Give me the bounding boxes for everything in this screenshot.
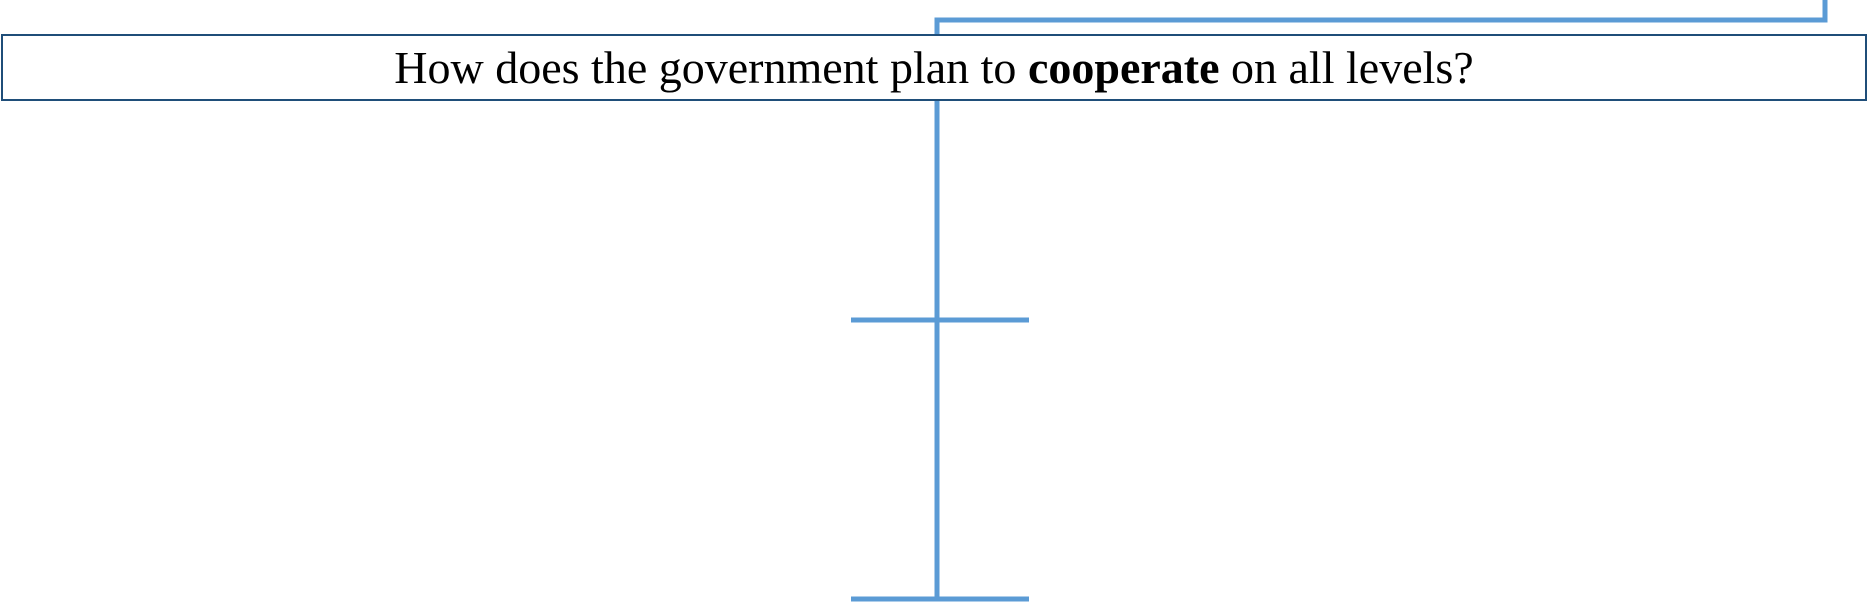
question-text-before: How does the government plan to [394,42,1028,93]
top-connector-line [934,0,1828,34]
question-text: How does the government plan to cooperat… [394,41,1473,94]
question-box: How does the government plan to cooperat… [1,34,1867,101]
question-text-after: on all levels? [1219,42,1474,93]
question-text-emphasis: cooperate [1027,42,1220,93]
